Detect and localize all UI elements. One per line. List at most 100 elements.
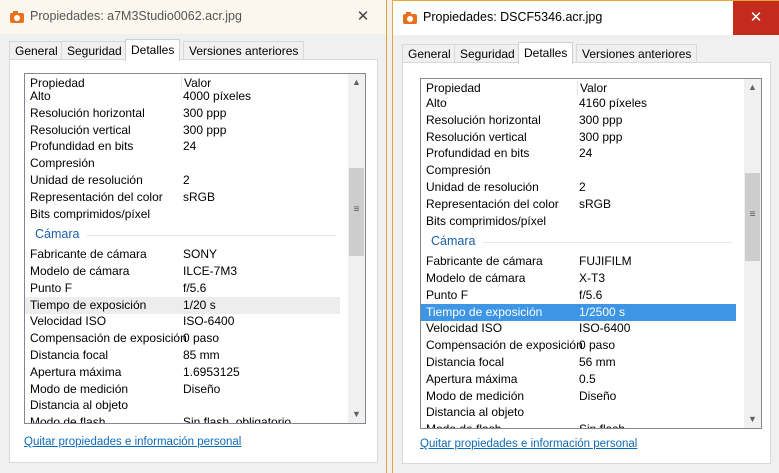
list-item[interactable]: Profundidad en bits 24 — [25, 138, 340, 155]
close-icon: ✕ — [356, 8, 370, 25]
list-item[interactable]: Compensación de exposición 0 paso — [25, 330, 340, 347]
close-button[interactable]: ✕ — [340, 0, 386, 34]
property-value: 300 ppp — [183, 105, 227, 120]
list-item[interactable]: Profundidad en bits 24 — [421, 145, 736, 162]
tab-details[interactable]: Detalles — [518, 42, 574, 64]
list-item[interactable]: Bits comprimidos/píxel — [421, 213, 736, 230]
vertical-scrollbar[interactable]: ▲ ≡ ▼ — [744, 79, 761, 428]
property-value: 0 paso — [579, 338, 616, 353]
property-name: Velocidad ISO — [426, 321, 503, 336]
property-value: SONY — [183, 247, 218, 262]
list-item[interactable]: Resolución vertical 300 ppp — [421, 129, 736, 146]
list-item[interactable]: Punto F f/5.6 — [25, 280, 340, 297]
scroll-up-button[interactable]: ▲ — [348, 74, 365, 91]
title-bar[interactable]: Propiedades: a7M3Studio0062.acr.jpg ✕ — [0, 0, 386, 34]
property-value: 1/20 s — [183, 297, 216, 312]
property-name: Apertura máxima — [30, 364, 122, 379]
property-name: Fabricante de cámara — [30, 247, 147, 262]
chevron-down-icon: ▼ — [352, 409, 361, 419]
list-item[interactable]: Resolución vertical 300 ppp — [25, 122, 340, 139]
list-item[interactable]: Punto F f/5.6 — [421, 287, 736, 304]
property-name: Apertura máxima — [426, 371, 518, 386]
property-name: Compresión — [30, 156, 95, 171]
close-icon: ✕ — [749, 9, 763, 26]
app-icon — [10, 11, 24, 23]
details-pane: Propiedad Valor Alto 4000 píxeles Resoluci… — [9, 59, 378, 463]
list-item[interactable]: Modelo de cámara X-T3 — [421, 270, 736, 287]
list-item[interactable]: Resolución horizontal 300 ppp — [25, 105, 340, 122]
list-item[interactable]: Representación del color sRGB — [421, 196, 736, 213]
grip-icon: ≡ — [353, 204, 360, 215]
list-item[interactable]: Compresión — [421, 162, 736, 179]
remove-properties-link[interactable]: Quitar propiedades e información persona… — [420, 438, 637, 450]
list-item[interactable]: Apertura máxima 1.6953125 — [25, 364, 340, 381]
tab-previous-versions[interactable]: Versiones anteriores — [576, 44, 698, 63]
list-item[interactable]: Apertura máxima 0.5 — [421, 371, 736, 388]
list-item[interactable]: Distancia al objeto — [25, 397, 340, 414]
list-item[interactable]: Resolución horizontal 300 ppp — [421, 112, 736, 129]
property-name: Modelo de cámara — [426, 271, 526, 285]
vertical-scrollbar[interactable]: ▲ ≡ ▼ — [348, 74, 365, 423]
list-item[interactable]: Fabricante de cámara FUJIFILM — [421, 253, 736, 270]
list-item[interactable]: Distancia focal 56 mm — [421, 354, 736, 371]
property-value: Sin flash, obligatorio — [183, 415, 292, 423]
group-header-camera: Cámara — [25, 226, 340, 243]
list-item[interactable]: Unidad de resolución 2 — [421, 179, 736, 196]
property-value: f/5.6 — [183, 280, 207, 295]
column-header-value[interactable]: Valor — [577, 81, 607, 95]
scroll-thumb[interactable]: ≡ — [349, 168, 364, 256]
properties-list[interactable]: Propiedad Valor Alto 4160 píxeles Resoluci… — [420, 78, 762, 429]
list-item[interactable]: Compresión — [25, 155, 340, 172]
tab-security[interactable]: Seguridad — [454, 44, 521, 63]
tab-details[interactable]: Detalles — [125, 39, 181, 61]
tab-previous-versions[interactable]: Versiones anteriores — [183, 41, 305, 60]
list-item[interactable]: Modo de flash Sin flash, obligatorio — [25, 414, 340, 423]
scroll-down-button[interactable]: ▼ — [744, 411, 761, 428]
property-value: 24 — [579, 146, 593, 161]
chevron-up-icon: ▲ — [352, 77, 361, 87]
property-value: ILCE-7M3 — [183, 264, 238, 278]
list-item[interactable]: Unidad de resolución 2 — [25, 172, 340, 189]
property-value: 1/2500 s — [579, 304, 626, 319]
tab-security[interactable]: Seguridad — [61, 41, 128, 60]
property-name: Bits comprimidos/píxel — [30, 206, 151, 221]
list-item[interactable]: Modo de medición Diseño — [25, 381, 340, 398]
scroll-down-button[interactable]: ▼ — [348, 406, 365, 423]
list-item[interactable]: Velocidad ISO ISO-6400 — [421, 320, 736, 337]
list-item[interactable]: Compensación de exposición 0 paso — [421, 337, 736, 354]
scroll-up-button[interactable]: ▲ — [744, 79, 761, 96]
list-item[interactable]: Modelo de cámara ILCE-7M3 — [25, 263, 340, 280]
property-name: Modo de flash — [30, 415, 106, 423]
property-name: Tiempo de exposición — [426, 304, 543, 319]
list-item[interactable]: Distancia focal 85 mm — [25, 347, 340, 364]
list-item[interactable]: Distancia al objeto — [421, 404, 736, 421]
list-item[interactable]: Alto 4000 píxeles — [25, 88, 340, 105]
close-button[interactable]: ✕ — [733, 1, 779, 35]
properties-list[interactable]: Propiedad Valor Alto 4000 píxeles Resoluci… — [24, 73, 366, 424]
column-header-property[interactable]: Propiedad — [426, 81, 481, 95]
property-value: f/5.6 — [579, 287, 603, 302]
list-item[interactable]: Tiempo de exposición 1/2500 s — [421, 303, 736, 321]
property-name: Unidad de resolución — [30, 173, 143, 187]
property-value: 300 ppp — [183, 122, 227, 137]
list-item[interactable]: Representación del color sRGB — [25, 189, 340, 206]
tab-general[interactable]: General — [9, 41, 64, 60]
list-item[interactable]: Modo de medición Diseño — [421, 388, 736, 405]
list-item[interactable]: Bits comprimidos/píxel — [25, 206, 340, 223]
list-item[interactable]: Fabricante de cámara SONY — [25, 246, 340, 263]
list-item[interactable]: Tiempo de exposición 1/20 s — [25, 296, 340, 314]
scroll-thumb[interactable]: ≡ — [745, 173, 760, 261]
property-value: X-T3 — [579, 271, 606, 285]
list-item[interactable]: Modo de flash Sin flash — [421, 421, 736, 428]
list-item[interactable]: Alto 4160 píxeles — [421, 95, 736, 112]
property-name: Tiempo de exposición — [30, 297, 147, 312]
details-pane: Propiedad Valor Alto 4160 píxeles Resoluci… — [402, 62, 771, 464]
property-name: Bits comprimidos/píxel — [426, 213, 547, 228]
list-item[interactable]: Velocidad ISO ISO-6400 — [25, 313, 340, 330]
property-value: 2 — [183, 173, 190, 187]
window-title: Propiedades: a7M3Studio0062.acr.jpg — [30, 9, 242, 23]
tab-general[interactable]: General — [402, 44, 457, 63]
title-bar[interactable]: Propiedades: DSCF5346.acr.jpg ✕ — [393, 1, 779, 35]
property-name: Representación del color — [30, 189, 163, 204]
remove-properties-link[interactable]: Quitar propiedades e información persona… — [24, 436, 241, 448]
